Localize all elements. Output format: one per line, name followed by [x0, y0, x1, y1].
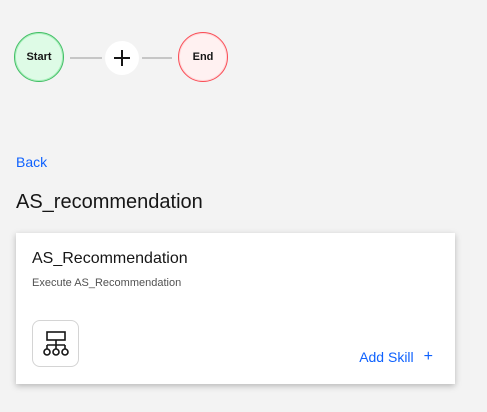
end-node-label: End: [192, 51, 214, 63]
connector-line: [70, 57, 102, 59]
card-title: AS_Recommendation: [32, 250, 188, 267]
flow-tree-icon: [42, 330, 69, 356]
add-skill-button[interactable]: Add Skill +: [359, 348, 433, 366]
start-node[interactable]: Start: [14, 32, 64, 82]
add-step-button[interactable]: [105, 41, 139, 75]
end-node[interactable]: End: [178, 32, 228, 82]
skill-tile[interactable]: [32, 320, 79, 367]
plus-icon: +: [423, 348, 433, 365]
plus-icon: [114, 50, 130, 66]
card-description: Execute AS_Recommendation: [32, 277, 182, 289]
flow-diagram: Start End: [0, 0, 487, 120]
back-link[interactable]: Back: [16, 154, 47, 170]
page-title: AS_recommendation: [16, 191, 203, 213]
add-skill-label: Add Skill: [359, 349, 414, 365]
start-node-label: Start: [26, 51, 52, 63]
skill-card: AS_Recommendation Execute AS_Recommendat…: [16, 233, 455, 384]
connector-line: [142, 57, 172, 59]
